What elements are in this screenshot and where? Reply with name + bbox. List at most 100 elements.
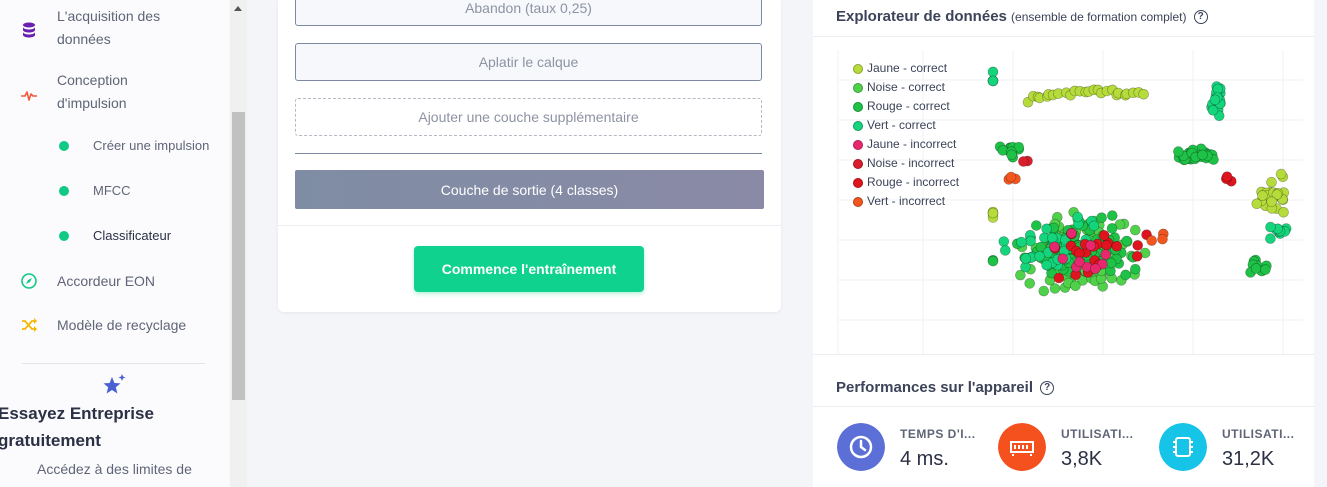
scatter-point[interactable] [1031,220,1042,231]
scatter-point[interactable] [1047,232,1058,244]
scrollbar-thumb[interactable] [232,112,245,400]
layer-flatten[interactable]: Aplatir le calque [295,43,762,81]
legend-item[interactable]: Vert - incorrect [839,192,999,211]
scatter-point[interactable] [1106,223,1118,234]
scatter-point[interactable] [1131,251,1143,262]
legend-label: Noise - correct [867,80,946,94]
scatter-point[interactable] [1000,245,1011,256]
scatter-point[interactable] [1038,285,1050,297]
scatter-point[interactable] [1221,171,1233,182]
legend-label: Rouge - correct [867,99,950,113]
scatter-point[interactable] [1260,264,1271,275]
scatter-point[interactable] [1041,259,1052,271]
scatter-point[interactable] [1257,190,1268,201]
scatter-point[interactable] [1096,212,1107,223]
sidebar-subitem-classifier[interactable]: Classificateur [0,227,230,245]
scatter-point[interactable] [1034,251,1045,262]
scatter-point[interactable] [1106,210,1118,221]
legend-label: Vert - incorrect [867,194,946,208]
scatter-point[interactable] [1053,272,1065,284]
scatter-point[interactable] [1098,230,1110,241]
start-training-button[interactable]: Commence l'entraînement [414,246,644,292]
scatter-point[interactable] [1020,253,1031,264]
scatter-point[interactable] [1016,236,1027,248]
scatter-point[interactable] [987,255,999,267]
scatter-point[interactable] [1049,241,1060,253]
legend-item[interactable]: Vert - correct [839,116,999,135]
scatter-point[interactable] [1157,233,1168,245]
data-explorer-chart[interactable]: Jaune - correct Noise - correct Rouge - co… [823,40,1313,356]
scatter-point[interactable] [1138,88,1149,100]
scatter-point[interactable] [1266,196,1277,208]
help-icon[interactable]: ? [1040,381,1055,396]
sidebar-divider [22,363,205,364]
sidebar: L'acquisition des données Conception d'i… [0,0,230,487]
scatter-point[interactable] [1146,235,1158,246]
performance-title: Performances sur l'appareil [836,379,1033,396]
scatter-point[interactable] [1197,149,1208,161]
legend-swatch-icon [853,64,863,74]
scatter-point[interactable] [1266,176,1277,188]
sidebar-subitem-label: MFCC [93,183,131,198]
scatter-point[interactable] [1278,207,1289,218]
scatter-point[interactable] [1066,227,1077,239]
scatter-point[interactable] [1025,235,1036,247]
scatter-point[interactable] [1100,249,1112,260]
scatter-point[interactable] [1129,263,1141,275]
help-icon[interactable]: ? [1193,10,1208,25]
add-layer-button[interactable]: Ajouter une couche supplémentaire [295,98,762,136]
scatter-point[interactable] [1085,240,1097,251]
legend-item[interactable]: Rouge - incorrect [839,173,999,192]
legend-swatch-icon [853,140,863,150]
scatter-point[interactable] [1070,280,1081,292]
legend-item[interactable]: Jaune - correct [839,59,999,78]
legend-item[interactable]: Noise - incorrect [839,154,999,173]
sidebar-subitem-mfcc[interactable]: MFCC [0,182,230,200]
scatter-point[interactable] [1250,263,1262,274]
scatter-point[interactable] [1275,168,1287,180]
sidebar-subitem-create-impulse[interactable]: Créer une impulsion [0,137,230,155]
layer-dropout[interactable]: Abandon (taux 0,25) [295,0,762,26]
panel-divider [813,406,1314,407]
scatter-point[interactable] [1006,149,1017,161]
legend-label: Jaune - incorrect [867,137,957,151]
legend-label: Rouge - incorrect [867,175,960,189]
scatter-point[interactable] [1209,94,1221,106]
pulse-icon [21,91,37,101]
scatter-point[interactable] [1129,224,1141,236]
scatter-point[interactable] [1041,223,1052,235]
legend-item[interactable]: Jaune - incorrect [839,135,999,154]
scatter-point[interactable] [1121,235,1132,247]
scatter-point[interactable] [1018,156,1029,167]
scatter-point[interactable] [1173,146,1184,157]
scatter-point[interactable] [1111,241,1123,252]
scatter-point[interactable] [1265,233,1276,244]
legend-item[interactable]: Noise - correct [839,78,999,97]
scatter-point[interactable] [1265,221,1276,233]
sidebar-item-label: données [57,31,111,47]
scatter-point[interactable] [1120,269,1131,281]
sidebar-item-label: L'acquisition des [57,8,161,24]
scatter-point[interactable] [1101,239,1112,251]
sidebar-item-eon-tuner[interactable]: Accordeur EON [0,270,230,292]
scatter-point[interactable] [1072,211,1083,223]
scatter-point[interactable] [998,236,1010,247]
scatter-point[interactable] [1088,220,1100,232]
status-dot-icon [59,186,69,196]
scatter-point[interactable] [1074,256,1085,268]
sidebar-item-retrain-model[interactable]: Modèle de recyclage [0,314,230,336]
sidebar-item-impulse-design[interactable]: Conception d'impulsion [0,69,230,117]
scatter-point[interactable] [1024,278,1035,289]
sidebar-item-data-acquisition[interactable]: L'acquisition des données [0,5,230,53]
clock-icon [837,423,885,471]
sidebar-scrollbar[interactable] [230,0,247,487]
page-margin [1314,0,1327,487]
legend-item[interactable]: Rouge - correct [839,97,999,116]
scatter-point[interactable] [1132,240,1144,251]
scroll-up-arrow-icon[interactable] [234,6,242,11]
compass-icon [21,273,37,289]
scatter-point[interactable] [1057,253,1069,264]
scatter-point[interactable] [1005,171,1017,183]
sidebar-item-label: Accordeur EON [57,273,156,289]
scatter-point[interactable] [1089,263,1101,274]
